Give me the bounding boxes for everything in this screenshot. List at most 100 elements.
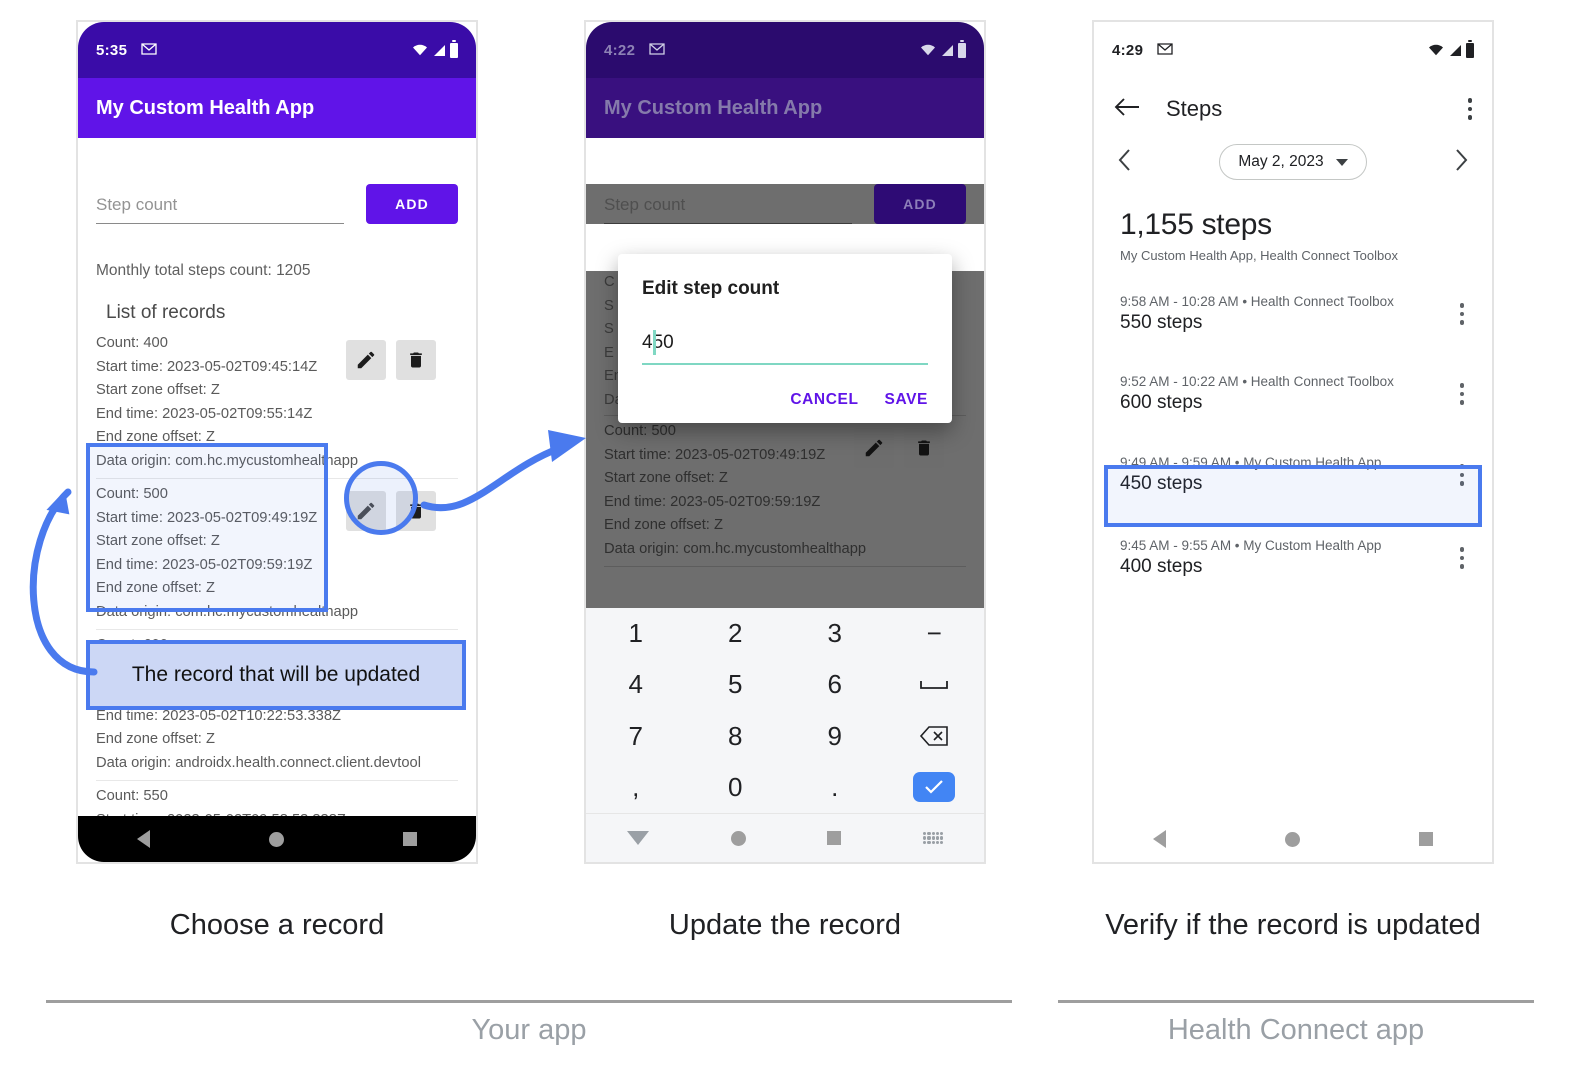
key-5[interactable]: 5 (686, 659, 786, 710)
key-3[interactable]: 3 (785, 608, 885, 659)
backspace-icon[interactable] (885, 711, 985, 762)
edit-icon[interactable] (854, 428, 894, 468)
entry-value: 600 steps (1120, 392, 1203, 413)
app-bar: My Custom Health App (586, 78, 984, 138)
dialog-actions: CANCEL SAVE (642, 391, 928, 409)
add-button[interactable]: ADD (366, 184, 458, 224)
keyboard-grid: 1 2 3 − 4 5 6 7 8 9 , 0 . (586, 608, 984, 813)
cancel-button[interactable]: CANCEL (790, 391, 858, 409)
system-nav-bar (78, 816, 476, 862)
entry-value: 550 steps (1120, 312, 1203, 333)
key-comma[interactable]: , (586, 762, 686, 813)
step-count-input[interactable]: Step count (604, 195, 852, 224)
page-title: Steps (1166, 96, 1223, 121)
key-2[interactable]: 2 (686, 608, 786, 659)
phone-panel-update-record: 4:22 My Custom Health App Step count ADD… (584, 20, 986, 864)
list-item[interactable]: 9:45 AM - 9:55 AM • My Custom Health App… (1094, 529, 1492, 587)
entry-more-icon[interactable] (1459, 303, 1464, 325)
callout-record-updated: The record that will be updated (86, 640, 466, 710)
save-button[interactable]: SAVE (885, 391, 928, 409)
phone-panel-verify-record: 4:29 Steps May 2, 2023 1,155 steps My Cu… (1092, 20, 1494, 864)
key-period[interactable]: . (785, 762, 885, 813)
gmail-icon (649, 42, 665, 58)
enter-key-wrap[interactable] (885, 762, 985, 813)
home-icon[interactable] (268, 831, 284, 847)
key-space[interactable] (885, 659, 985, 710)
phone3-screen: 4:29 Steps May 2, 2023 1,155 steps My Cu… (1094, 22, 1492, 862)
delete-icon[interactable] (904, 428, 944, 468)
record-end-zone: End zone offset: Z (604, 517, 723, 533)
step-count-input[interactable]: Step count (96, 195, 344, 224)
table-row: Count: 500 Start time: 2023-05-02T09:49:… (604, 416, 966, 567)
status-time: 4:29 (1112, 41, 1144, 59)
key-4[interactable]: 4 (586, 659, 686, 710)
recents-icon[interactable] (402, 832, 417, 846)
status-time: 4:22 (604, 41, 636, 59)
gmail-icon (1157, 42, 1173, 58)
divider-left (46, 1000, 1012, 1003)
keyboard-hide-icon[interactable] (626, 831, 649, 845)
app-body: Step count ADD (586, 184, 984, 224)
key-9[interactable]: 9 (785, 711, 885, 762)
back-icon[interactable] (137, 830, 151, 848)
entry-meta: 9:45 AM - 9:55 AM • My Custom Health App (1120, 538, 1382, 553)
back-arrow-icon[interactable] (1114, 97, 1140, 122)
steps-entry-list: 9:58 AM - 10:28 AM • Health Connect Tool… (1094, 285, 1492, 587)
key-0[interactable]: 0 (686, 762, 786, 813)
key-7[interactable]: 7 (586, 711, 686, 762)
record-end-time: End time: 2023-05-02T09:55:14Z (96, 405, 313, 422)
record-count: Count: 550 (96, 788, 168, 804)
recents-icon[interactable] (827, 831, 842, 845)
record-end-time: End time: 2023-05-02T09:59:19Z (604, 493, 821, 510)
date-picker-chip[interactable]: May 2, 2023 (1219, 144, 1367, 180)
data-sources: My Custom Health App, Health Connect Too… (1120, 248, 1398, 263)
dialog-title: Edit step count (642, 278, 780, 299)
entry-meta: 9:52 AM - 10:22 AM • Health Connect Tool… (1120, 374, 1394, 389)
status-icons (920, 39, 966, 58)
record-start-zone: Start zone offset: Z (96, 382, 220, 398)
keyboard-switch-icon[interactable] (923, 832, 944, 844)
wifi-icon (921, 44, 935, 56)
signal-icon (434, 44, 445, 56)
footer-your-app: Your app (471, 1014, 587, 1046)
home-icon[interactable] (1284, 831, 1300, 847)
delete-icon[interactable] (396, 340, 436, 380)
status-bar: 4:22 (586, 22, 984, 78)
key-minus[interactable]: − (885, 608, 985, 659)
date-label: May 2, 2023 (1238, 153, 1324, 170)
key-1[interactable]: 1 (586, 608, 686, 659)
recents-icon[interactable] (1418, 832, 1433, 846)
battery-icon (450, 39, 458, 58)
edit-icon[interactable] (346, 340, 386, 380)
next-day-icon[interactable] (1455, 148, 1468, 176)
entry-more-icon[interactable] (1459, 383, 1464, 405)
previous-day-icon[interactable] (1118, 148, 1131, 176)
record-count: Count: 500 (604, 423, 676, 439)
text-caret (653, 330, 656, 355)
battery-icon (1466, 39, 1474, 58)
health-connect-toolbar: Steps (1094, 78, 1492, 122)
signal-icon (942, 44, 953, 56)
record-actions (346, 332, 458, 473)
back-icon[interactable] (1153, 830, 1167, 848)
app-title: My Custom Health App (96, 96, 315, 119)
list-item[interactable]: 9:52 AM - 10:22 AM • Health Connect Tool… (1094, 365, 1492, 423)
entry-more-icon[interactable] (1459, 547, 1464, 569)
home-icon[interactable] (730, 830, 746, 846)
step-count-input-row: Step count ADD (604, 184, 966, 224)
caption-three: Verify if the record is updated (1105, 909, 1481, 941)
key-6[interactable]: 6 (785, 659, 885, 710)
dialog-input-field[interactable]: 450 (642, 330, 928, 365)
list-item[interactable]: 9:58 AM - 10:28 AM • Health Connect Tool… (1094, 285, 1492, 343)
add-button[interactable]: ADD (874, 184, 966, 224)
app-bar: My Custom Health App (78, 78, 476, 138)
phone2-screen: 4:22 My Custom Health App Step count ADD… (586, 22, 984, 862)
key-8[interactable]: 8 (686, 711, 786, 762)
more-options-icon[interactable] (1467, 98, 1472, 120)
step-count-placeholder: Step count (604, 195, 686, 214)
monthly-total-text: Monthly total steps count: 1205 (96, 262, 311, 279)
system-nav-bar (586, 813, 984, 862)
record-lines: Count: 500 Start time: 2023-05-02T09:49:… (604, 420, 866, 561)
record-start-time: Start time: 2023-05-02T09:45:14Z (96, 358, 318, 375)
step-count-input-row: Step count ADD (96, 184, 458, 224)
